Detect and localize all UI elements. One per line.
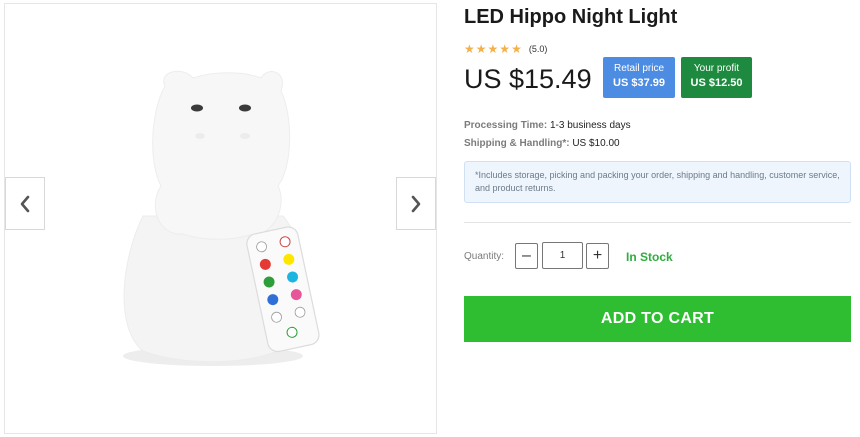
retail-price-label: Retail price <box>613 63 665 74</box>
processing-time: Processing Time: 1-3 business days <box>464 120 631 131</box>
star-icon: ★ <box>475 42 487 56</box>
divider <box>464 222 851 223</box>
processing-time-label: Processing Time: <box>464 120 548 131</box>
gallery-prev-button[interactable] <box>5 177 45 230</box>
product-title: LED Hippo Night Light <box>464 6 678 28</box>
shipping-note: *Includes storage, picking and packing y… <box>464 161 851 203</box>
star-icon: ★ <box>511 42 522 56</box>
star-icon: ★ <box>487 42 499 56</box>
product-gallery <box>4 3 437 434</box>
retail-price-badge: Retail price US $37.99 <box>603 57 675 98</box>
star-icon: ★ <box>499 42 511 56</box>
product-rating: ★ ★ ★ ★ ★ (5.0) <box>464 43 547 55</box>
quantity-input[interactable] <box>542 242 583 269</box>
product-image <box>123 70 320 366</box>
star-icon: ★ <box>464 42 475 56</box>
quantity-decrease-button[interactable]: – <box>515 243 538 269</box>
product-price: US $15.49 <box>464 64 592 94</box>
processing-time-value: 1-3 business days <box>549 120 631 131</box>
add-to-cart-button[interactable]: ADD TO CART <box>464 296 851 342</box>
shipping-handling: Shipping & Handling*: US $10.00 <box>464 138 620 149</box>
retail-price-value: US $37.99 <box>613 77 665 89</box>
quantity-label: Quantity: <box>464 251 505 262</box>
profit-label: Your profit <box>693 63 740 74</box>
profit-badge: Your profit US $12.50 <box>681 57 752 98</box>
quantity-increase-button[interactable]: + <box>586 243 609 269</box>
product-info: LED Hippo Night Light ★ ★ ★ ★ ★ (5.0) US… <box>464 0 852 437</box>
stock-status: In Stock <box>626 250 673 264</box>
shipping-value: US $10.00 <box>572 138 620 149</box>
gallery-next-button[interactable] <box>396 177 436 230</box>
shipping-label: Shipping & Handling*: <box>464 138 570 149</box>
profit-value: US $12.50 <box>690 77 743 89</box>
rating-value: (5.0) <box>528 44 548 54</box>
chevron-left-icon <box>20 195 30 212</box>
chevron-right-icon <box>411 195 421 212</box>
